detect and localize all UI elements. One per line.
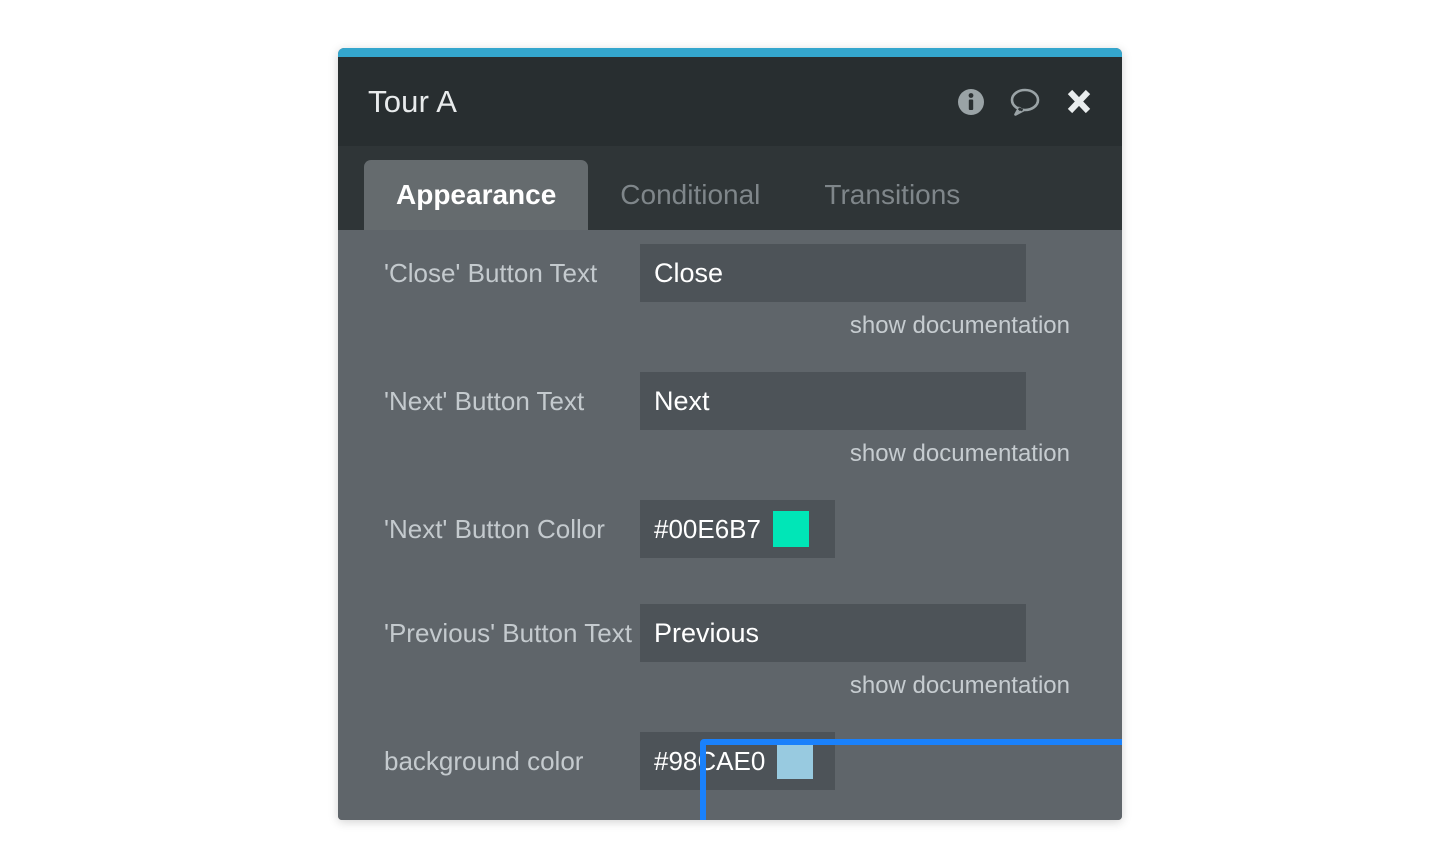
show-documentation-link-close[interactable]: show documentation — [338, 312, 1122, 340]
label-close-button-text: 'Close' Button Text — [384, 257, 598, 288]
panel-accent-bar — [338, 48, 1122, 57]
appearance-form: 'Close' Button Text Close show documenta… — [338, 230, 1122, 820]
form-row-close-button-text: 'Close' Button Text Close — [338, 244, 1122, 302]
label-next-button-color: 'Next' Button Collor — [384, 513, 605, 544]
input-next-button-text[interactable]: Next — [640, 372, 1026, 430]
input-background-color[interactable]: #98CAE0 — [640, 732, 835, 790]
tab-conditional[interactable]: Conditional — [588, 160, 792, 230]
input-next-button-color[interactable]: #00E6B7 — [640, 500, 835, 558]
tab-strip: Appearance Conditional Transitions — [338, 146, 1122, 230]
background-color-swatch[interactable] — [777, 743, 814, 779]
tab-conditional-label: Conditional — [620, 179, 761, 210]
close-icon[interactable] — [1062, 85, 1096, 119]
panel-title: Tour A — [368, 84, 458, 119]
info-icon[interactable] — [954, 85, 988, 119]
tab-appearance-label: Appearance — [396, 179, 557, 210]
input-previous-button-text[interactable]: Previous — [640, 604, 1026, 662]
background-color-hex: #98CAE0 — [654, 746, 766, 776]
next-button-color-hex: #00E6B7 — [654, 514, 761, 544]
label-background-color: background color — [384, 745, 584, 776]
next-button-color-swatch[interactable] — [772, 511, 809, 547]
comment-icon[interactable] — [1008, 85, 1042, 119]
form-row-next-button-color: 'Next' Button Collor #00E6B7 — [338, 500, 1122, 558]
input-close-button-text[interactable]: Close — [640, 244, 1026, 302]
tab-appearance[interactable]: Appearance — [364, 160, 589, 230]
form-row-next-button-text: 'Next' Button Text Next — [338, 372, 1122, 430]
show-documentation-link-previous[interactable]: show documentation — [338, 672, 1122, 700]
label-previous-button-text: 'Previous' Button Text — [384, 617, 632, 648]
panel-titlebar: Tour A — [338, 57, 1122, 146]
screen-root: Tour A Appearance Conditional Transition… — [0, 0, 1452, 858]
tour-settings-panel: Tour A Appearance Conditional Transition… — [338, 48, 1122, 820]
label-next-button-text: 'Next' Button Text — [384, 385, 585, 416]
form-row-background-color: background color #98CAE0 — [338, 732, 1122, 790]
show-documentation-link-next[interactable]: show documentation — [338, 440, 1122, 468]
form-row-previous-button-text: 'Previous' Button Text Previous — [338, 604, 1122, 662]
tab-transitions-label: Transitions — [824, 179, 961, 210]
titlebar-actions — [954, 85, 1096, 119]
tab-transitions[interactable]: Transitions — [792, 160, 992, 230]
